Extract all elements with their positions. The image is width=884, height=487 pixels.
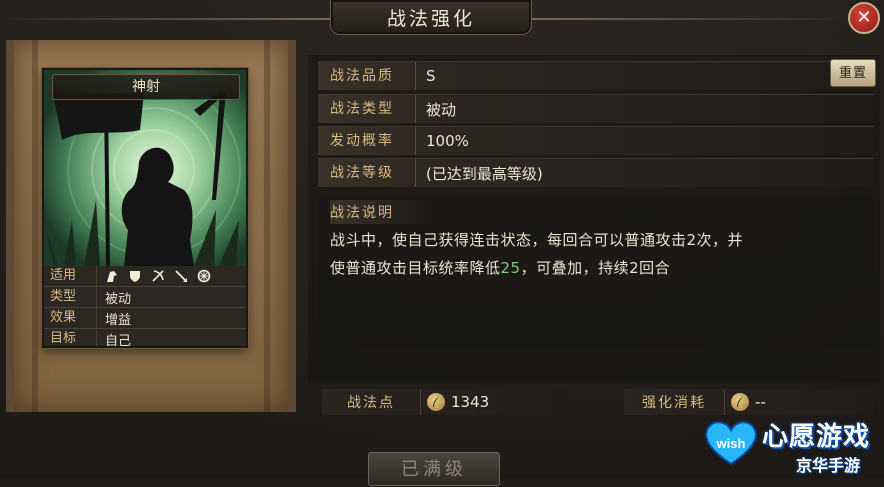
- description-box: 战法说明 战斗中，使自己获得连击状态，每回合可以普通攻击2次，并 使普通攻击目标…: [318, 196, 874, 348]
- rate-value: 100%: [426, 132, 469, 150]
- description-line-2-prefix: 使普通攻击目标统率降低: [330, 259, 501, 277]
- row-quality: 战法品质 S: [318, 61, 874, 90]
- description-highlight-number: 25: [500, 259, 521, 277]
- close-icon: ✕: [856, 7, 872, 28]
- scroll-stripe: [264, 40, 270, 412]
- attr-key: 类型: [44, 287, 97, 307]
- attr-value: 自己: [105, 333, 132, 348]
- spear-icon: [174, 269, 188, 283]
- tactic-attributes: 适用 类型 被动 效果 增益 目标 自己: [44, 266, 246, 346]
- watermark-brand: 心愿游戏: [762, 422, 871, 452]
- scroll-stripe: [32, 40, 38, 412]
- type-value: 被动: [426, 100, 457, 119]
- quality-label: 战法品质: [318, 62, 416, 90]
- attr-key: 效果: [44, 308, 97, 328]
- unit-type-icons: [97, 269, 211, 283]
- attr-row-type: 类型 被动: [44, 287, 246, 308]
- tactic-points-row: 战法点 1343: [322, 389, 568, 415]
- wish-logo-icon: wish: [705, 421, 757, 466]
- wheel-icon: [197, 269, 211, 283]
- quill-icon: [427, 393, 445, 411]
- rate-label: 发动概率: [318, 127, 416, 155]
- upgrade-cost-value-wrap: --: [725, 393, 766, 411]
- description-label: 战法说明: [330, 200, 434, 224]
- tactic-name: 神射: [52, 74, 240, 100]
- tactic-points-value-wrap: 1343: [421, 393, 489, 411]
- tactic-points-value: 1343: [451, 393, 490, 411]
- watermark: wish 心愿游戏 京华手游: [700, 412, 884, 479]
- tactic-points-label: 战法点: [347, 395, 395, 411]
- description-line-1: 战斗中，使自己获得连击状态，每回合可以普通攻击2次，并: [330, 231, 744, 249]
- row-level: 战法等级 (已达到最高等级): [318, 158, 874, 187]
- description-line-2-suffix: ，可叠加，持续2回合: [520, 259, 671, 277]
- level-label: 战法等级: [318, 159, 416, 187]
- row-type: 战法类型 被动: [318, 94, 874, 123]
- window-title-bar: 战法强化: [330, 0, 532, 35]
- description-text: 战斗中，使自己获得连击状态，每回合可以普通攻击2次，并 使普通攻击目标统率降低2…: [330, 226, 870, 282]
- svg-text:wish: wish: [716, 436, 746, 451]
- attr-row-applicable: 适用: [44, 266, 246, 287]
- upgrade-cost-value: --: [755, 393, 766, 411]
- shield-icon: [128, 269, 142, 283]
- cavalry-icon: [105, 269, 119, 283]
- bow-icon: [151, 269, 165, 283]
- type-label: 战法类型: [318, 95, 416, 123]
- attr-value: 增益: [105, 312, 132, 328]
- tactic-card: 神射 适用 类型 被动 效果 增益 目标 自己: [42, 68, 248, 348]
- upgrade-cost-label: 强化消耗: [642, 395, 706, 411]
- description-line-2: 使普通攻击目标统率降低25，可叠加，持续2回合: [330, 254, 870, 282]
- quality-value: S: [426, 67, 436, 85]
- title-rule-right: [530, 18, 850, 20]
- attr-key: 适用: [44, 266, 97, 286]
- attr-row-effect: 效果 增益: [44, 308, 246, 329]
- attr-value: 被动: [105, 291, 132, 307]
- max-level-button[interactable]: 已满级: [368, 452, 500, 486]
- watermark-sub: 京华手游: [796, 456, 861, 475]
- window-title: 战法强化: [386, 7, 475, 30]
- level-value: (已达到最高等级): [426, 164, 543, 183]
- title-rule-left: [0, 18, 330, 20]
- attr-key: 目标: [44, 329, 97, 346]
- quill-icon: [731, 393, 749, 411]
- close-button[interactable]: ✕: [848, 2, 880, 34]
- reset-button[interactable]: 重置: [830, 59, 876, 87]
- attr-row-target: 目标 自己: [44, 329, 246, 348]
- row-rate: 发动概率 100%: [318, 126, 874, 155]
